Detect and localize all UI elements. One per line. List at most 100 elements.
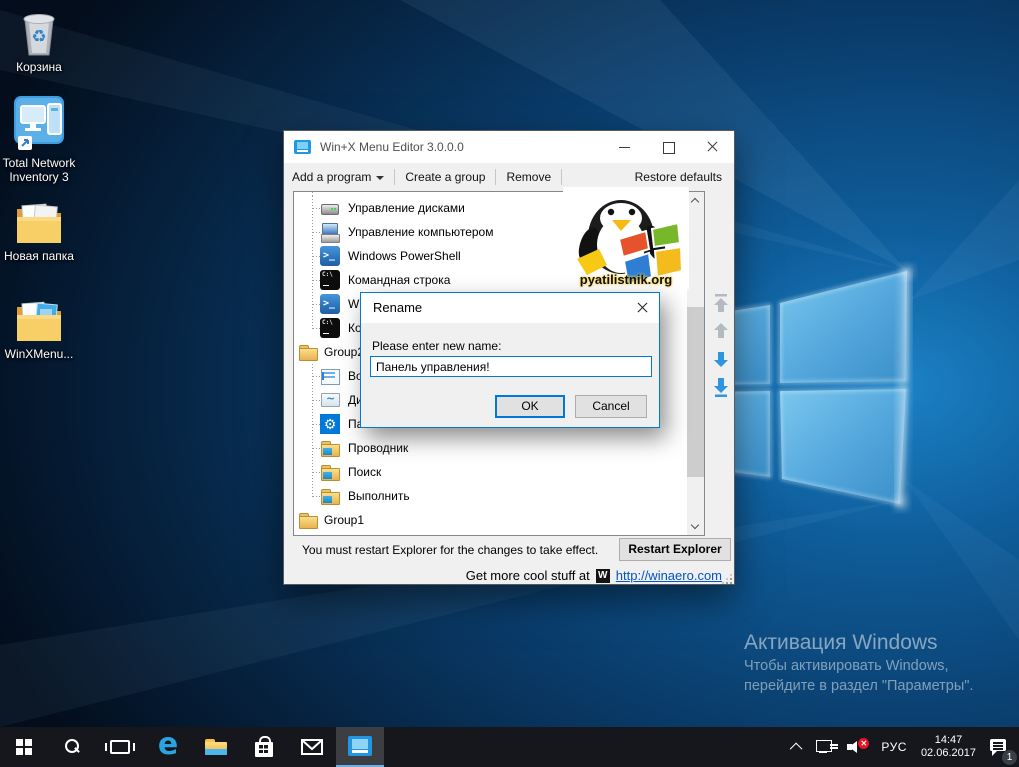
edge-button[interactable]: e xyxy=(144,727,192,767)
store-button[interactable] xyxy=(240,727,288,767)
scroll-down-button[interactable] xyxy=(687,518,704,535)
desktop-icon-total-network-inventory[interactable]: Total Network Inventory 3 xyxy=(0,94,78,184)
winaero-icon: W xyxy=(596,569,610,583)
move-to-bottom-button[interactable] xyxy=(708,376,734,400)
winx-menu-editor-taskbar-button[interactable] xyxy=(336,727,384,767)
logo-text: pyatilistnik.org xyxy=(563,273,689,287)
rename-dialog: Rename Please enter new name: OK Cancel xyxy=(360,292,660,428)
tree-item-label: Windows PowerShell xyxy=(348,244,461,268)
tray-date: 02.06.2017 xyxy=(921,747,976,760)
desktop-icon-label: Total Network Inventory 3 xyxy=(0,156,78,184)
move-up-button[interactable] xyxy=(708,320,734,344)
recycle-bin-icon: ♻ xyxy=(15,8,63,58)
desktop-icon-winxmenu-folder[interactable]: WinXMenu... xyxy=(0,299,78,361)
tree-item-label: Командная строка xyxy=(348,268,450,292)
winaero-link[interactable]: http://winaero.com xyxy=(616,568,722,583)
remove-button[interactable]: Remove xyxy=(498,166,559,188)
search-folder-icon xyxy=(320,462,340,482)
mail-icon xyxy=(301,739,323,755)
dialog-title: Rename xyxy=(373,293,422,323)
desktop-icon-label: WinXMenu... xyxy=(0,347,78,361)
powershell-icon xyxy=(320,246,340,266)
edge-icon: e xyxy=(158,730,178,760)
ok-button[interactable]: OK xyxy=(495,395,565,418)
network-icon xyxy=(816,740,833,754)
move-down-button[interactable] xyxy=(708,348,734,372)
network-tray-button[interactable] xyxy=(811,727,838,767)
cancel-button[interactable]: Cancel xyxy=(575,395,647,418)
taskbar: e ✕ РУС 14:47 02.06.2017 xyxy=(0,727,1019,767)
language-indicator[interactable]: РУС xyxy=(876,727,912,767)
restore-defaults-button[interactable]: Restore defaults xyxy=(627,166,730,188)
tray-expand-button[interactable] xyxy=(788,727,807,767)
file-explorer-button[interactable] xyxy=(192,727,240,767)
dialog-close-button[interactable] xyxy=(625,293,659,323)
desktop-icon-recycle-bin[interactable]: ♻ Корзина xyxy=(0,8,78,74)
new-name-input[interactable] xyxy=(370,356,652,377)
restart-explorer-button[interactable]: Restart Explorer xyxy=(619,538,731,561)
explorer-folder-icon xyxy=(320,438,340,458)
tree-item[interactable]: Выполнить xyxy=(294,484,687,508)
disk-management-icon xyxy=(320,198,340,218)
scrollbar-thumb[interactable] xyxy=(687,307,704,477)
action-center-button[interactable]: 1 xyxy=(985,727,1013,767)
tree-item[interactable]: Проводник xyxy=(294,436,687,460)
tree-item-label: Group1 xyxy=(324,508,364,532)
svg-text:♻: ♻ xyxy=(31,27,46,46)
powershell-icon xyxy=(320,294,340,314)
desktop: Активация Windows Чтобы активировать Win… xyxy=(0,0,1019,767)
total-network-inventory-icon xyxy=(11,94,67,154)
add-a-program-button[interactable]: Add a program xyxy=(284,166,392,188)
pyatilistnik-logo: pyatilistnik.org xyxy=(563,187,689,289)
run-folder-icon xyxy=(320,486,340,506)
computer-management-icon xyxy=(320,222,340,242)
tree-item-label: W xyxy=(348,292,359,316)
control-panel-gear-icon xyxy=(320,414,340,434)
system-tray: ✕ РУС 14:47 02.06.2017 1 xyxy=(788,727,1019,767)
start-button[interactable] xyxy=(0,727,48,767)
folder-icon xyxy=(14,201,64,247)
clock[interactable]: 14:47 02.06.2017 xyxy=(916,727,981,767)
window-title: Win+X Menu Editor 3.0.0.0 xyxy=(320,131,464,163)
search-icon xyxy=(63,738,81,756)
create-a-group-button[interactable]: Create a group xyxy=(397,166,493,188)
volume-tray-button[interactable]: ✕ xyxy=(842,727,872,767)
minimize-button[interactable] xyxy=(602,131,647,163)
chevron-up-icon xyxy=(790,742,803,755)
chevron-up-icon xyxy=(691,198,699,206)
dialog-title-bar[interactable]: Rename xyxy=(361,293,659,323)
move-down-icon xyxy=(712,350,730,368)
file-explorer-icon xyxy=(205,739,227,755)
vertical-scrollbar[interactable] xyxy=(687,192,704,535)
title-bar[interactable]: Win+X Menu Editor 3.0.0.0 xyxy=(284,131,734,163)
scroll-up-button[interactable] xyxy=(687,192,704,209)
tree-item-label: Управление дисками xyxy=(348,196,465,220)
watermark-line2: перейдите в раздел "Параметры". xyxy=(744,676,973,696)
dialog-prompt-label: Please enter new name: xyxy=(372,339,501,353)
maximize-button[interactable] xyxy=(647,131,690,163)
move-to-top-button[interactable] xyxy=(708,292,734,316)
watermark-title: Активация Windows xyxy=(744,630,973,656)
mail-button[interactable] xyxy=(288,727,336,767)
volume-muted-icon: ✕ xyxy=(847,739,867,755)
close-button[interactable] xyxy=(690,131,735,163)
tree-item[interactable]: Group1 xyxy=(294,508,687,532)
taskbar-search-button[interactable] xyxy=(48,727,96,767)
watermark-line1: Чтобы активировать Windows, xyxy=(744,656,973,676)
resize-grip-icon[interactable] xyxy=(723,575,732,584)
task-view-button[interactable] xyxy=(96,727,144,767)
tree-item[interactable]: Поиск xyxy=(294,460,687,484)
activation-watermark: Активация Windows Чтобы активировать Win… xyxy=(744,630,973,696)
desktop-icon-label: Корзина xyxy=(0,60,78,74)
desktop-icon-new-folder[interactable]: Новая папка xyxy=(0,201,78,263)
tree-item-label: Проводник xyxy=(348,436,408,460)
cmd-icon xyxy=(320,318,340,338)
move-up-icon xyxy=(712,322,730,340)
tree-item-label: Group2 xyxy=(324,340,364,364)
tray-time: 14:47 xyxy=(921,734,976,747)
promo-line: Get more cool stuff at W http://winaero.… xyxy=(466,568,722,583)
notification-count-badge: 1 xyxy=(1002,750,1017,765)
group-folder-icon xyxy=(298,342,318,362)
toolbar-separator xyxy=(495,169,496,185)
toolbar-separator xyxy=(394,169,395,185)
